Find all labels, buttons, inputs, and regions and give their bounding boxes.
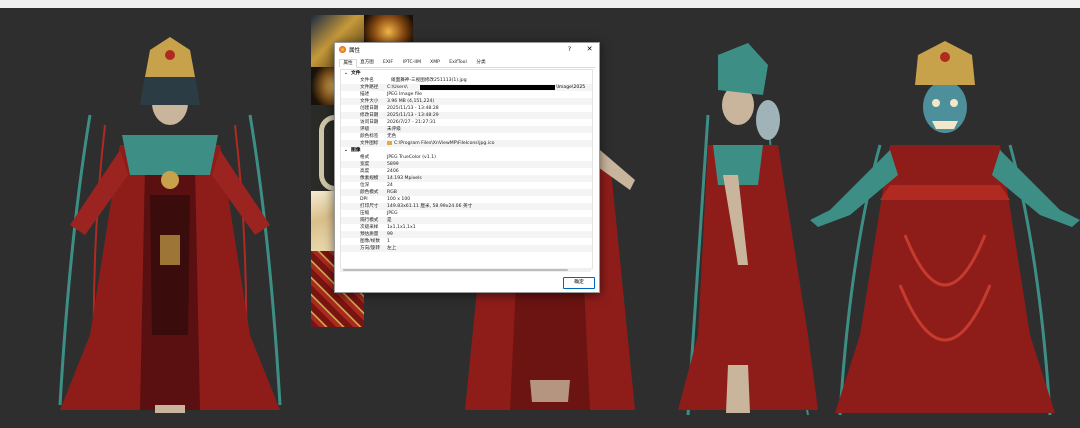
property-row: DPI 100 x 100 xyxy=(360,197,411,202)
property-row: 颜色模式 RGB xyxy=(341,189,592,196)
property-row: 位深 24 xyxy=(360,183,393,188)
collapse-icon[interactable]: ⌄ xyxy=(344,147,348,154)
property-row: 方向/旋转 左上 xyxy=(341,245,592,252)
property-row: 像素规模 14.193 Mpixels xyxy=(341,175,592,182)
property-row: 次级采样 1x1,1x1,1x1 xyxy=(360,225,416,230)
tab-xmp[interactable]: XMP xyxy=(428,59,442,67)
dialog-title-bar[interactable]: 属性 ? ✕ xyxy=(335,43,599,56)
property-row: 高度 2406 xyxy=(360,169,399,174)
app-icon xyxy=(339,46,346,53)
property-row: 访问日期 2026/7/27 - 21:27:31 xyxy=(360,120,436,125)
group-image[interactable]: ⌄ 图像 xyxy=(341,147,592,154)
property-row: 描述 JPEG Image file xyxy=(360,92,422,97)
close-icon[interactable]: ✕ xyxy=(585,45,594,54)
tab-bar: 属性 直方图 EXIF IPTC-IIM XMP ExifTool 分类 xyxy=(339,59,595,68)
dialog-title: 属性 xyxy=(349,48,361,54)
property-row: 文件路径 C:\Users\ \Image\2025 xyxy=(341,84,592,91)
property-list[interactable]: ⌄ 文件 文件名 傩面舞神-三视图修改251113(1).jpg 文件路径 C:\U… xyxy=(340,69,593,269)
group-file[interactable]: ⌄ 文件 xyxy=(341,70,592,77)
redacted-block xyxy=(420,85,555,90)
property-row: 格式 JPEG TrueColor (v1.1) xyxy=(360,155,436,160)
property-row: 文件名 傩面舞神-三视图修改251113(1).jpg xyxy=(360,78,467,83)
tab-iptc[interactable]: IPTC-IIM xyxy=(399,59,425,67)
character-rear-mask-view xyxy=(810,35,1080,425)
character-front-view xyxy=(50,35,290,425)
property-row: 修改日期 2025/11/13 - 13:48:29 xyxy=(341,112,592,119)
file-icon xyxy=(387,140,392,145)
property-row: 创建日期 2025/11/13 - 13:48:28 xyxy=(360,106,439,111)
collapse-icon[interactable]: ⌄ xyxy=(344,70,348,77)
group-title: 图像 xyxy=(351,148,361,153)
property-row: 文件大小 3.96 MB (4,151,224) xyxy=(341,98,592,105)
tab-category[interactable]: 分类 xyxy=(474,59,488,67)
property-row: 压缩 JPEG xyxy=(360,211,398,216)
tab-histogram[interactable]: 直方图 xyxy=(356,59,378,67)
group-title: 文件 xyxy=(351,71,361,76)
tab-exiftool[interactable]: ExifTool xyxy=(445,59,471,67)
help-button[interactable]: ? xyxy=(565,45,574,54)
property-row: 隔行模式是 xyxy=(341,217,592,224)
property-row: 打印尺寸 149.83x61.11 厘米, 58.99x24.06 英寸 xyxy=(341,203,592,210)
property-row: 文件图标 C:\Program Files\XnViewMP\FileIcons\… xyxy=(341,140,592,147)
horizontal-scrollbar[interactable] xyxy=(340,268,591,272)
tab-exif[interactable]: EXIF xyxy=(380,59,396,67)
property-row: 颜色标签 无色 xyxy=(360,134,397,139)
ok-button[interactable]: 确定 xyxy=(563,277,595,289)
character-side-view xyxy=(668,35,818,425)
property-row: 图像/帧数 1 xyxy=(360,239,390,244)
property-row: 宽度 5899 xyxy=(341,161,592,168)
thumbnail-crown xyxy=(364,15,413,43)
scrollbar-thumb[interactable] xyxy=(343,269,568,271)
property-row: 预估质量 99 xyxy=(341,231,592,238)
properties-dialog: 属性 ? ✕ 属性 直方图 EXIF IPTC-IIM XMP ExifTool… xyxy=(334,42,600,293)
title-bar-strip xyxy=(0,0,1080,8)
property-row: 评级 未评级 xyxy=(341,126,592,133)
tab-properties[interactable]: 属性 xyxy=(339,59,357,68)
